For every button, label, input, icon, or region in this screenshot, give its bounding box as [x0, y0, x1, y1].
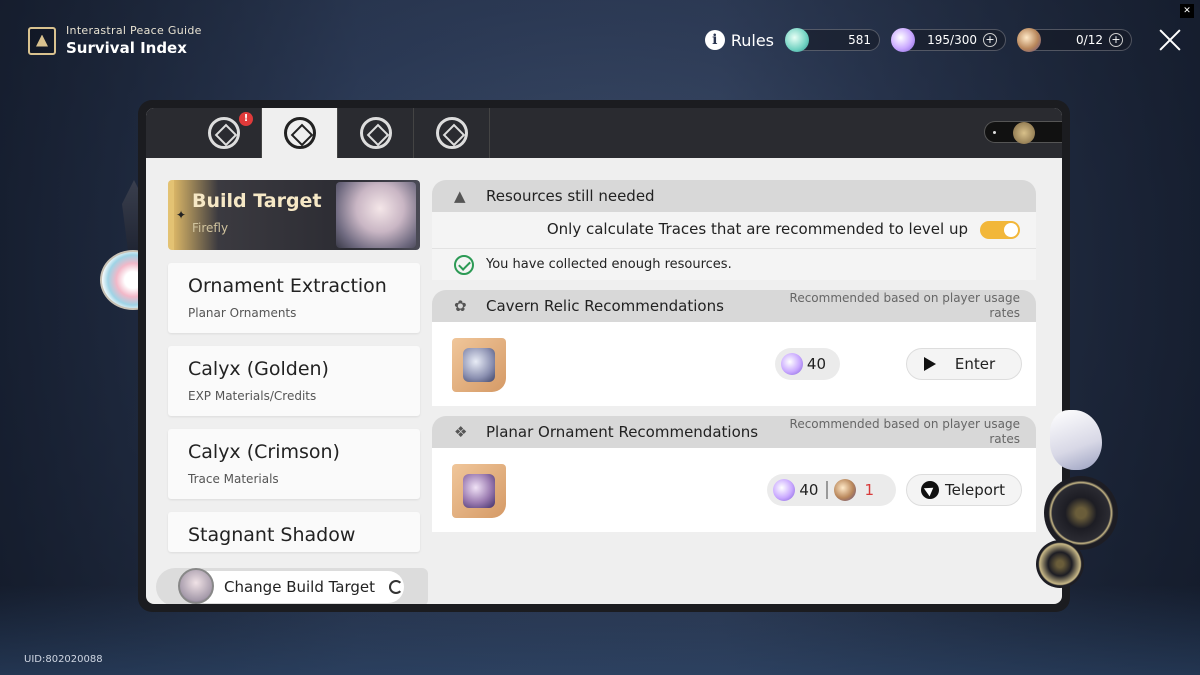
decoration-right: [1036, 410, 1134, 590]
planar-card: 40 1 Teleport: [432, 448, 1036, 532]
rules-label: Rules: [730, 30, 774, 50]
page-title: Survival Index: [66, 39, 187, 57]
list-item-title: Calyx (Golden): [188, 358, 329, 380]
emblem-icon: [1013, 122, 1035, 144]
traces-toggle[interactable]: [980, 221, 1020, 239]
cavern-header: ✿ Cavern Relic Recommendations Recommend…: [432, 290, 1036, 322]
resources-status-row: You have collected enough resources.: [432, 248, 1036, 280]
planar-cost-value: 40: [799, 481, 819, 499]
main-panel: ! ✦ Build Target Firefly Ornament Extrac…: [138, 100, 1070, 612]
tab-treasures[interactable]: [414, 108, 490, 158]
mute-icon[interactable]: ✕: [1180, 4, 1194, 18]
cavern-cost: 40: [774, 348, 840, 380]
cavern-note: Recommended based on player usage rates: [789, 291, 1020, 320]
list-item-title: Calyx (Crimson): [188, 441, 340, 463]
survival-index-icon: [283, 117, 316, 149]
list-item-title: Stagnant Shadow: [188, 524, 356, 546]
tab-operation[interactable]: !: [186, 108, 262, 158]
list-item-calyx-crimson[interactable]: Calyx (Crimson) Trace Materials: [168, 429, 420, 499]
resources-title: Resources still needed: [486, 187, 655, 205]
traces-option-row: Only calculate Traces that are recommend…: [432, 212, 1036, 248]
cavern-card: 40 Enter: [432, 322, 1036, 406]
resources-header: ▲ Resources still needed: [432, 180, 1036, 212]
category-list: ✦ Build Target Firefly Ornament Extracti…: [168, 180, 420, 552]
rules-button[interactable]: i Rules: [704, 30, 774, 50]
ornament-icon: ❖: [454, 423, 468, 441]
enter-button[interactable]: Enter: [906, 348, 1022, 380]
change-build-target-button[interactable]: Change Build Target: [178, 568, 404, 604]
trailblaze-power-icon: [780, 353, 803, 375]
jade-counter[interactable]: 581: [785, 28, 880, 52]
fuel-value: 0/12: [1076, 33, 1103, 47]
header-subtitle: Interastral Peace Guide: [66, 24, 202, 37]
notification-badge: !: [239, 112, 253, 126]
list-item-ornament-extraction[interactable]: Ornament Extraction Planar Ornaments: [168, 263, 420, 333]
close-icon[interactable]: [1158, 28, 1182, 52]
guide-book-icon: [28, 26, 56, 55]
small-flower-ornament-icon: [1036, 540, 1084, 588]
list-item-title: Ornament Extraction: [188, 275, 387, 297]
planar-title: Planar Ornament Recommendations: [486, 423, 759, 441]
trailblaze-power-icon: [891, 28, 915, 52]
arrow-icon: [921, 355, 939, 373]
change-build-target-label: Change Build Target: [224, 578, 376, 596]
stellar-jade-icon: [785, 28, 809, 52]
list-item-calyx-golden[interactable]: Calyx (Golden) EXP Materials/Credits: [168, 346, 420, 416]
trailblaze-power-counter[interactable]: 195/300 +: [891, 28, 1006, 52]
list-item-subtitle: Planar Ornaments: [188, 306, 297, 320]
add-power-button[interactable]: +: [983, 33, 997, 47]
operation-icon: [207, 117, 240, 149]
avatar: [178, 568, 214, 604]
trailblaze-power-value: 195/300: [927, 33, 977, 47]
cavern-relic-thumbnail[interactable]: [452, 338, 506, 392]
planar-note: Recommended based on player usage rates: [789, 417, 1020, 446]
fuel-icon: [1017, 28, 1041, 52]
list-item-subtitle: Trace Materials: [188, 472, 279, 486]
info-icon: i: [704, 30, 725, 50]
build-target-title: Build Target: [192, 190, 322, 212]
tab-bar: !: [146, 108, 1062, 158]
fuel-counter[interactable]: 0/12 +: [1017, 28, 1132, 52]
list-item-stagnant-shadow[interactable]: Stagnant Shadow: [168, 512, 420, 552]
build-target-character: Firefly: [192, 221, 229, 235]
pin-icon: ✦: [176, 208, 187, 222]
planar-header: ❖ Planar Ornament Recommendations Recomm…: [432, 416, 1036, 448]
details-pane: ▲ Resources still needed Only calculate …: [432, 180, 1036, 532]
build-target-item[interactable]: ✦ Build Target Firefly: [168, 180, 420, 250]
guide-header: Interastral Peace Guide Survival Index: [28, 24, 202, 57]
mountain-icon: ▲: [454, 187, 466, 205]
cavern-title: Cavern Relic Recommendations: [486, 297, 724, 315]
planar-cost: 40 1: [767, 474, 896, 506]
teleport-button[interactable]: Teleport: [906, 474, 1022, 506]
tab-simulated-universe[interactable]: [338, 108, 414, 158]
gear-flower-icon: ✿: [454, 297, 467, 315]
refresh-icon: [389, 580, 404, 594]
list-item-subtitle: EXP Materials/Credits: [188, 389, 317, 403]
teleport-icon: [921, 481, 939, 499]
fuel-icon: [834, 479, 857, 501]
planar-ornament-thumbnail[interactable]: [452, 464, 506, 518]
tab-survival-index[interactable]: [262, 108, 338, 158]
flower-ornament-icon: [1044, 476, 1118, 550]
change-build-target-bar: Change Build Target: [156, 568, 428, 604]
uid-label: UID:802020088: [24, 654, 103, 665]
add-fuel-button[interactable]: +: [1109, 33, 1123, 47]
tab-bar-emblem[interactable]: [984, 121, 1062, 144]
character-portrait: [336, 182, 416, 248]
jade-value: 581: [848, 33, 871, 47]
teleport-label: Teleport: [945, 481, 1005, 499]
trailblaze-power-icon: [773, 479, 796, 501]
planar-fuel-cost: 1: [864, 481, 874, 499]
resources-status: You have collected enough resources.: [486, 257, 732, 272]
simulated-universe-icon: [359, 117, 392, 149]
bird-ornament-icon: [1050, 410, 1102, 470]
enter-label: Enter: [954, 355, 996, 373]
check-icon: [454, 255, 474, 275]
treasures-icon: [435, 117, 468, 149]
cavern-cost-value: 40: [806, 355, 826, 373]
top-resource-bar: i Rules 581 195/300 + 0/12 +: [704, 28, 1182, 52]
traces-option-label: Only calculate Traces that are recommend…: [546, 220, 968, 238]
